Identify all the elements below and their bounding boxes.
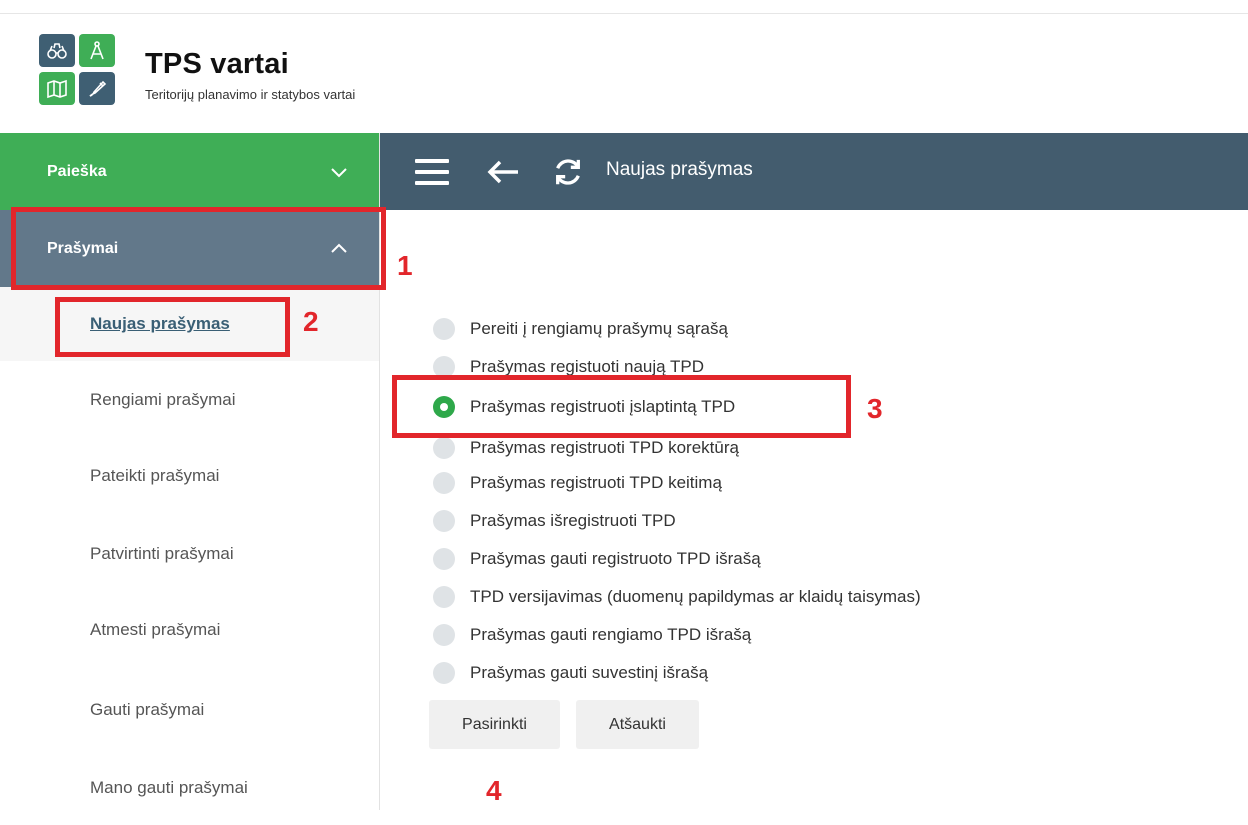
radio-button[interactable] <box>433 586 455 608</box>
radio-button[interactable] <box>433 624 455 646</box>
logo[interactable] <box>39 34 119 106</box>
annotation-box-1 <box>11 207 386 290</box>
back-arrow-icon[interactable] <box>486 157 520 187</box>
sidebar-item-submitted[interactable]: Pateikti prašymai <box>0 439 379 513</box>
map-icon <box>39 72 75 105</box>
refresh-icon[interactable] <box>552 157 584 187</box>
chevron-down-icon <box>331 167 347 177</box>
radio-button[interactable] <box>433 662 455 684</box>
annotation-number-4: 4 <box>486 775 502 806</box>
option-row[interactable]: Prašymas gauti rengiamo TPD išrašą <box>433 621 751 649</box>
option-row[interactable]: TPD versijavimas (duomenų papildymas ar … <box>433 583 921 611</box>
option-row[interactable]: Prašymas gauti registruoto TPD išrašą <box>433 545 761 573</box>
radio-button[interactable] <box>433 548 455 570</box>
option-label: Prašymas išregistruoti TPD <box>470 511 676 530</box>
option-row[interactable]: Prašymas registruoti TPD keitimą <box>433 469 722 497</box>
option-label: Pereiti į rengiamų prašymų sąrašą <box>470 319 728 338</box>
option-label: Prašymas gauti rengiamo TPD išrašą <box>470 625 752 644</box>
sidebar-item-my-received[interactable]: Mano gauti prašymai <box>0 751 379 825</box>
option-label: Prašymas registruoti TPD korektūrą <box>470 438 739 457</box>
annotation-number-3: 3 <box>867 393 883 424</box>
cancel-button[interactable]: Atšaukti <box>576 700 699 749</box>
option-label: Prašymas gauti suvestinį išrašą <box>470 663 709 682</box>
annotation-box-2 <box>55 297 290 357</box>
radio-button[interactable] <box>433 510 455 532</box>
option-label: Prašymas registuoti naują TPD <box>470 357 705 376</box>
radio-button[interactable] <box>433 437 455 459</box>
header-divider <box>0 13 1248 14</box>
annotation-number-1: 1 <box>397 250 413 281</box>
brand-subtitle: Teritorijų planavimo ir statybos vartai <box>145 87 356 102</box>
sidebar-section-search[interactable]: Paieška <box>0 133 379 210</box>
annotation-box-3 <box>392 375 851 438</box>
option-label: TPD versijavimas (duomenų papildymas ar … <box>470 587 921 606</box>
annotation-number-2: 2 <box>303 306 319 337</box>
toolbar <box>380 133 1248 210</box>
radio-button[interactable] <box>433 318 455 340</box>
sidebar-item-rejected[interactable]: Atmesti prašymai <box>0 593 379 667</box>
option-row[interactable]: Pereiti į rengiamų prašymų sąrašą <box>433 315 728 343</box>
sidebar-section-search-label: Paieška <box>47 162 107 180</box>
option-label: Prašymas gauti registruoto TPD išrašą <box>470 549 761 568</box>
menu-icon[interactable] <box>415 157 449 187</box>
compass-icon <box>79 34 115 67</box>
sidebar-item-received[interactable]: Gauti prašymai <box>0 673 379 747</box>
sidebar-item-approved[interactable]: Patvirtinti prašymai <box>0 517 379 591</box>
page-title: Naujas prašymas <box>606 159 753 180</box>
brand-title: TPS vartai <box>145 48 289 80</box>
option-label: Prašymas registruoti TPD keitimą <box>470 473 722 492</box>
binoculars-icon <box>39 34 75 67</box>
option-row[interactable]: Prašymas išregistruoti TPD <box>433 507 676 535</box>
radio-button[interactable] <box>433 472 455 494</box>
option-row[interactable]: Prašymas gauti suvestinį išrašą <box>433 659 708 687</box>
select-button[interactable]: Pasirinkti <box>429 700 560 749</box>
pencil-icon <box>79 72 115 105</box>
sidebar-item-drafts[interactable]: Rengiami prašymai <box>0 363 379 437</box>
option-row[interactable]: Prašymas registruoti TPD korektūrą <box>433 434 739 462</box>
